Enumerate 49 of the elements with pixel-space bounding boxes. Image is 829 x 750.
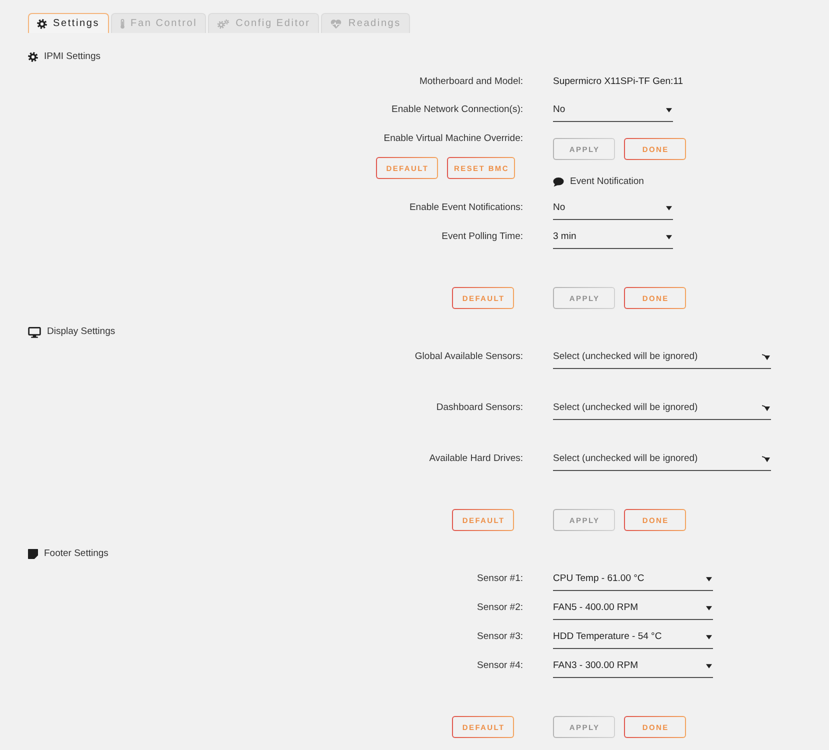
thermometer-icon	[120, 18, 125, 28]
caret-icon	[666, 206, 672, 210]
tab[interactable]: Fan Control	[110, 13, 206, 33]
caret-icon	[706, 606, 712, 610]
field-label: Dashboard Sensors:	[436, 402, 523, 414]
dropdown[interactable]: 3 min	[553, 231, 673, 248]
multiselect-dropdown[interactable]: Select (unchecked will be ignored)	[553, 351, 771, 368]
field-label: Event Polling Time:	[442, 231, 523, 243]
field-label: Sensor #3:	[477, 631, 523, 643]
tab[interactable]: Settings	[28, 13, 109, 33]
caret-icon	[706, 635, 712, 640]
field-label: Sensor #4:	[477, 660, 523, 672]
multiselect-dropdown[interactable]: Select (unchecked will be ignored)	[553, 402, 771, 420]
caret-icon	[762, 405, 770, 412]
caret-icon	[666, 108, 672, 112]
field-label: Enable Network Connection(s):	[392, 104, 523, 116]
tab[interactable]: Readings	[321, 13, 410, 33]
field-label: Global Available Sensors:	[414, 351, 523, 363]
field-label: Sensor #1:	[477, 573, 523, 585]
field-label: Enable Event Notifications:	[409, 202, 523, 214]
section-heading: IPMI Settings	[44, 51, 100, 63]
caret-icon	[706, 577, 712, 582]
field-label: Available Hard Drives:	[429, 453, 523, 465]
heart-pulse-icon	[330, 18, 342, 28]
dropdown[interactable]: CPU Temp - 61.00 °C	[553, 573, 713, 590]
dropdown[interactable]: FAN3 - 300.00 RPM	[553, 660, 713, 678]
caret-icon	[706, 664, 712, 668]
gear-icon	[28, 52, 38, 62]
field-label: Sensor #2:	[477, 602, 523, 614]
multiselect-dropdown[interactable]: Select (unchecked will be ignored)	[553, 453, 771, 470]
dropdown[interactable]: No	[553, 202, 673, 220]
dropdown[interactable]: HDD Temperature - 54 °C	[553, 631, 713, 648]
field-label: Enable Virtual Machine Override:	[384, 133, 523, 145]
caret-icon	[762, 456, 770, 462]
section-heading: Footer Settings	[44, 548, 108, 560]
subsection-heading: Event Notification	[570, 176, 644, 188]
caret-icon	[666, 235, 672, 240]
section-heading: Display Settings	[47, 326, 116, 338]
dropdown[interactable]: No	[553, 104, 673, 122]
field-value: Supermicro X11SPi-TF Gen:11	[553, 76, 684, 88]
field-label: Motherboard and Model:	[419, 76, 523, 88]
speech-bubble-icon	[553, 177, 564, 187]
tab[interactable]: Config Editor	[208, 13, 320, 33]
caret-icon	[762, 354, 770, 360]
monitor-icon	[28, 326, 41, 338]
gear-icon	[37, 18, 47, 28]
gears-icon	[217, 18, 230, 28]
dropdown[interactable]: FAN5 - 400.00 RPM	[553, 602, 713, 620]
note-icon	[28, 549, 38, 559]
